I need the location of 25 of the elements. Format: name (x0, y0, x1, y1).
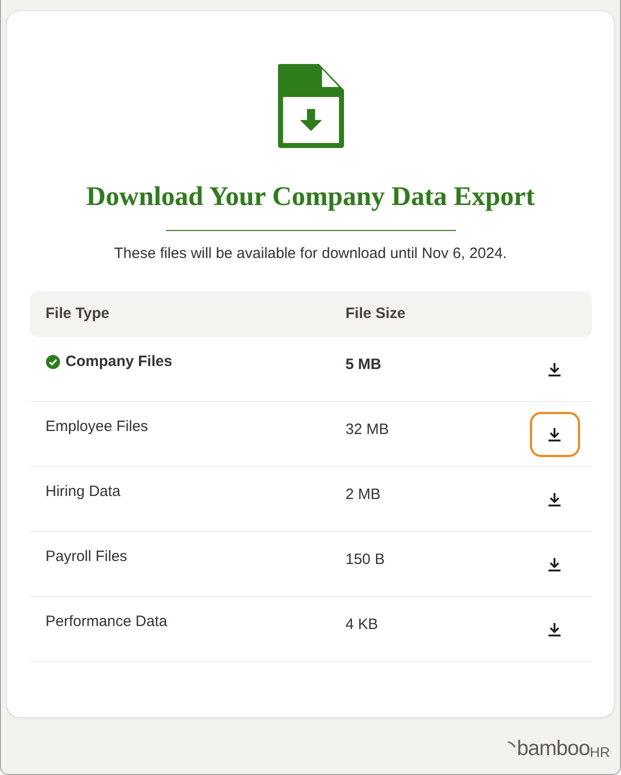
file-size-cell: 4 KB (346, 616, 378, 633)
file-size-cell: 150 B (346, 551, 385, 568)
file-size-cell: 2 MB (346, 486, 381, 503)
column-header: File Size (346, 305, 406, 322)
file-type-cell: Company Files (66, 353, 172, 371)
download-icon (548, 556, 561, 572)
column-header: File Type (46, 305, 110, 322)
file-size-cell: 5 MB (346, 356, 382, 373)
file-type-cell: Payroll Files (46, 548, 128, 566)
logo-suffix: HR (590, 745, 610, 759)
download-button[interactable] (530, 412, 580, 456)
file-type-cell: Hiring Data (46, 483, 121, 501)
file-type-cell: Employee Files (46, 418, 148, 436)
logo-wordmark: bamboo (516, 738, 590, 760)
file-download-icon (278, 64, 344, 148)
check-circle-icon (46, 355, 60, 369)
download-icon (548, 426, 561, 442)
download-icon (548, 362, 561, 376)
page-title: Download Your Company Data Export (86, 180, 535, 212)
file-size-cell: 32 MB (346, 421, 389, 438)
download-icon (548, 492, 561, 506)
download-icon (548, 622, 561, 636)
availability-note: These files will be available for download until Nov 6, 2024. (114, 244, 507, 264)
file-type-cell: Performance Data (46, 613, 168, 631)
leaf-icon (506, 741, 516, 748)
